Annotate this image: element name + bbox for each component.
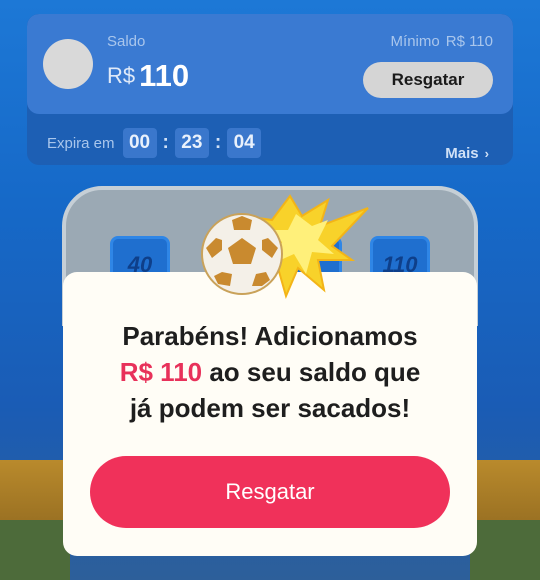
grass-right: [470, 520, 540, 580]
congrats-modal: Parabéns! Adicionamos R$ 110 ao seu sald…: [63, 272, 477, 556]
expira-label: Expira em: [47, 134, 115, 152]
congrats-amount: R$ 110: [119, 357, 203, 387]
expira-row: Expira em 00 : 23 : 04: [47, 128, 262, 158]
saldo-label: Saldo: [107, 33, 146, 50]
saldo-value: R$ 110: [107, 58, 189, 94]
congrats-line-3: já podem ser sacados!: [129, 393, 411, 423]
timer-minutes: 23: [174, 128, 209, 158]
grass-left: [0, 520, 70, 580]
timer-hours: 00: [122, 128, 157, 158]
minimo-value: R$ 110: [445, 33, 493, 50]
congrats-message: Parabéns! Adicionamos R$ 110 ao seu sald…: [63, 318, 477, 426]
avatar: [43, 39, 93, 89]
timer-colon: :: [214, 132, 222, 153]
mais-label: Mais: [445, 145, 479, 162]
timer-colon: :: [162, 132, 169, 153]
congrats-line-2-rest: ao seu saldo que: [202, 357, 421, 387]
modal-resgatar-button[interactable]: Resgatar: [90, 456, 450, 528]
congrats-line-1: Parabéns! Adicionamos: [122, 321, 418, 351]
soccer-ball-icon: [201, 194, 369, 299]
congrats-line-2: R$ 110 ao seu saldo que: [63, 354, 477, 390]
chevron-right-icon: ›: [484, 146, 489, 161]
minimo-text: Mínimo: [390, 33, 440, 50]
minimo-label: Mínimo R$ 110: [385, 33, 493, 50]
resgatar-button[interactable]: Resgatar: [363, 62, 493, 98]
saldo-amount: 110: [139, 58, 190, 93]
balance-card: Saldo R$ 110 Mínimo R$ 110 Resgatar Expira…: [27, 14, 513, 165]
saldo-currency: R$: [107, 63, 136, 88]
mais-link[interactable]: Mais ›: [445, 145, 489, 162]
timer-seconds: 04: [227, 128, 262, 158]
